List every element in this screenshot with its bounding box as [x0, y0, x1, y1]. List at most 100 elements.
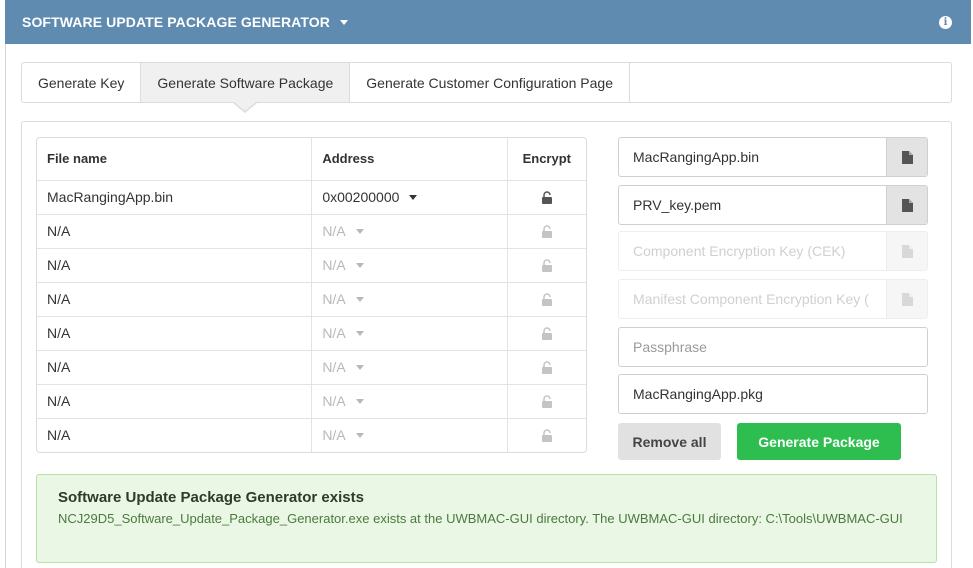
file-icon: [901, 292, 913, 306]
passphrase-field[interactable]: [618, 327, 928, 367]
address-value: N/A: [322, 393, 346, 409]
address-value: N/A: [322, 291, 346, 307]
address-dropdown: N/A: [322, 393, 364, 409]
address-cell: N/A: [311, 350, 508, 385]
chevron-down-icon: [355, 228, 364, 234]
file-table: File name Address Encrypt MacRangingApp.…: [36, 137, 587, 453]
private-key-field[interactable]: PRV_key.pem: [618, 185, 928, 225]
chevron-down-icon: [355, 364, 364, 370]
encrypt-cell: [507, 180, 586, 215]
table-row: N/A N/A: [37, 282, 586, 317]
cek-placeholder: Component Encryption Key (CEK): [633, 243, 846, 259]
chevron-down-icon: [355, 296, 364, 302]
encrypt-cell: [507, 214, 586, 249]
chevron-down-icon[interactable]: [339, 19, 348, 25]
table-row: N/A N/A: [37, 418, 586, 452]
unlock-icon: [540, 395, 554, 409]
unlock-icon: [540, 361, 554, 375]
address-value: N/A: [322, 359, 346, 375]
tab-generate-key[interactable]: Generate Key: [22, 63, 142, 102]
app-header: SOFTWARE UPDATE PACKAGE GENERATOR i: [5, 0, 971, 44]
address-value: N/A: [322, 223, 346, 239]
address-value: 0x00200000: [322, 189, 400, 205]
address-dropdown: N/A: [322, 325, 364, 341]
file-name-cell: MacRangingApp.bin: [37, 180, 313, 215]
table-row: MacRangingApp.bin 0x00200000: [37, 180, 586, 215]
alert-title: Software Update Package Generator exists: [58, 489, 364, 506]
app-title: SOFTWARE UPDATE PACKAGE GENERATOR: [22, 14, 330, 30]
address-dropdown: N/A: [322, 223, 364, 239]
binary-file-field[interactable]: MacRangingApp.bin: [618, 137, 928, 177]
key-browse-button[interactable]: [886, 186, 927, 224]
output-file-value: MacRangingApp.pkg: [633, 386, 763, 402]
alert-body: NCJ29D5_Software_Update_Package_Generato…: [58, 511, 903, 526]
encrypt-cell: [507, 282, 586, 317]
tab-bar: Generate Key Generate Software Package G…: [21, 62, 952, 103]
chevron-down-icon: [355, 432, 364, 438]
mcek-field: Manifest Component Encryption Key (: [618, 279, 928, 319]
unlock-icon: [540, 259, 554, 273]
file-name-cell: N/A: [37, 282, 313, 317]
file-name-cell: N/A: [37, 316, 313, 351]
encrypt-cell: [507, 384, 586, 419]
address-cell: N/A: [311, 384, 508, 419]
file-name-cell: N/A: [37, 384, 313, 419]
table-row: N/A N/A: [37, 384, 586, 419]
column-header-file-name: File name: [37, 138, 313, 181]
chevron-down-icon: [355, 262, 364, 268]
file-icon: [901, 244, 913, 258]
left-divider: [5, 44, 6, 568]
table-row: N/A N/A: [37, 248, 586, 283]
output-file-field[interactable]: MacRangingApp.pkg: [618, 374, 928, 414]
active-tab-pointer: [233, 102, 257, 113]
mcek-placeholder: Manifest Component Encryption Key (: [633, 291, 869, 307]
file-name-cell: N/A: [37, 214, 313, 249]
chevron-down-icon: [409, 194, 418, 200]
passphrase-input[interactable]: [619, 328, 927, 366]
tab-generate-software-package[interactable]: Generate Software Package: [141, 63, 351, 102]
chevron-down-icon: [355, 330, 364, 336]
address-dropdown: N/A: [322, 427, 364, 444]
table-row: N/A N/A: [37, 214, 586, 249]
address-cell: N/A: [311, 316, 508, 351]
unlock-icon: [540, 293, 554, 307]
file-icon: [901, 198, 913, 212]
file-name-cell: N/A: [37, 418, 313, 452]
address-cell: N/A: [311, 282, 508, 317]
unlock-icon: [540, 429, 554, 443]
encrypt-cell: [507, 316, 586, 351]
table-row: N/A N/A: [37, 316, 586, 351]
remove-all-button[interactable]: Remove all: [618, 423, 721, 460]
address-value: N/A: [322, 257, 346, 273]
address-dropdown: N/A: [322, 359, 364, 375]
column-header-address: Address: [311, 138, 508, 181]
address-value: N/A: [322, 427, 346, 444]
column-header-encrypt: Encrypt: [507, 138, 586, 181]
cek-field: Component Encryption Key (CEK): [618, 231, 928, 271]
private-key-value: PRV_key.pem: [633, 197, 722, 213]
binary-file-value: MacRangingApp.bin: [633, 149, 760, 165]
address-value: N/A: [322, 325, 346, 341]
table-row: N/A N/A: [37, 350, 586, 385]
address-cell: N/A: [311, 418, 508, 452]
unlock-icon: [540, 327, 554, 341]
address-dropdown[interactable]: 0x00200000: [322, 189, 418, 205]
address-dropdown: N/A: [322, 291, 364, 307]
address-cell: N/A: [311, 214, 508, 249]
unlock-icon[interactable]: [540, 191, 554, 205]
chevron-down-icon: [355, 398, 364, 404]
file-icon: [901, 150, 913, 164]
file-name-cell: N/A: [37, 248, 313, 283]
mcek-browse-button: [886, 280, 927, 318]
tab-generate-customer-configuration-page[interactable]: Generate Customer Configuration Page: [350, 63, 630, 102]
encrypt-cell: [507, 418, 586, 452]
cek-browse-button: [886, 232, 927, 270]
file-name-cell: N/A: [37, 350, 313, 385]
encrypt-cell: [507, 350, 586, 385]
info-icon[interactable]: i: [939, 16, 952, 29]
address-dropdown: N/A: [322, 257, 364, 273]
unlock-icon: [540, 225, 554, 239]
generate-package-button[interactable]: Generate Package: [737, 423, 901, 460]
file-browse-button[interactable]: [886, 138, 927, 176]
encrypt-cell: [507, 248, 586, 283]
